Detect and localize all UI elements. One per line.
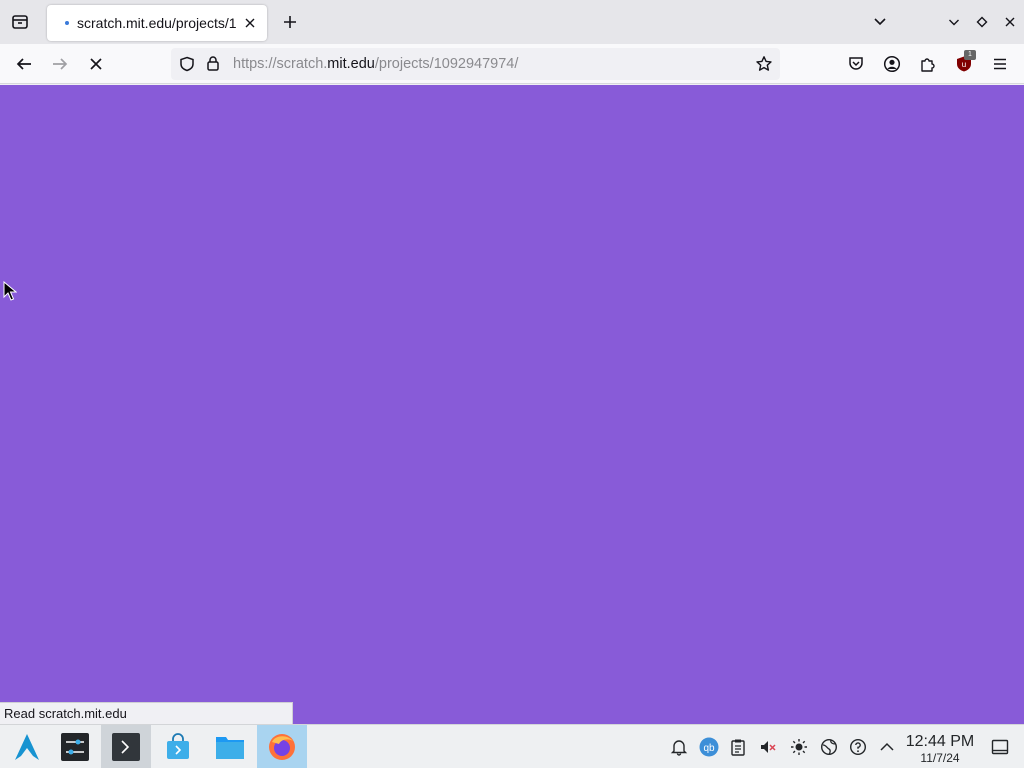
tray-volume[interactable] <box>758 737 778 757</box>
maximize-icon <box>976 16 988 28</box>
pocket-icon <box>849 57 863 70</box>
taskbar: qb 12:44 PM 11/7/24 <box>0 724 1024 768</box>
svg-text:qb: qb <box>703 743 715 754</box>
site-security-icon[interactable] <box>206 55 220 76</box>
tray-expand[interactable] <box>877 737 897 757</box>
tab-title: scratch.mit.edu/projects/1 <box>77 15 237 31</box>
forward-button[interactable] <box>48 52 72 76</box>
store-bag-icon <box>167 733 189 759</box>
qbittorrent-icon: qb <box>699 737 719 757</box>
minimize-button[interactable] <box>945 13 963 31</box>
chevron-up-icon <box>880 742 894 751</box>
puzzle-icon <box>921 58 935 72</box>
tab-loading-indicator <box>65 21 69 25</box>
arrow-left-icon <box>16 58 31 70</box>
bookmark-button[interactable] <box>755 55 773 78</box>
bell-icon <box>670 740 688 756</box>
url-path: /projects/1092947974/ <box>374 56 519 72</box>
account-button[interactable] <box>880 52 904 76</box>
network-globe-icon <box>820 738 838 756</box>
url-text: https://scratch.mit.edu/projects/1092947… <box>233 56 518 72</box>
new-tab-button[interactable] <box>279 11 301 33</box>
pocket-button[interactable] <box>844 52 868 76</box>
settings-sliders-icon <box>61 733 89 761</box>
firefox-icon <box>269 734 295 760</box>
url-bar[interactable]: https://scratch.mit.edu/projects/1092947… <box>171 48 780 80</box>
task-terminal[interactable] <box>101 725 151 768</box>
tray-brightness[interactable] <box>789 737 809 757</box>
url-host: mit.edu <box>327 56 375 72</box>
arch-logo-icon <box>15 734 39 760</box>
application-launcher[interactable] <box>2 725 52 768</box>
arrow-right-icon <box>53 58 68 70</box>
task-discover[interactable] <box>153 725 203 768</box>
app-menu-button[interactable] <box>988 52 1012 76</box>
terminal-icon <box>112 733 140 761</box>
task-firefox[interactable] <box>257 725 307 768</box>
star-icon <box>756 56 772 71</box>
tracking-protection-icon[interactable] <box>179 56 195 77</box>
tray-notifications[interactable] <box>669 737 689 757</box>
close-icon <box>245 18 255 28</box>
maximize-button[interactable] <box>973 13 991 31</box>
stop-loading-button[interactable] <box>84 52 108 76</box>
ublock-origin-button[interactable]: u 1 <box>952 50 976 76</box>
page-content <box>0 85 1024 724</box>
list-all-tabs-button[interactable] <box>871 13 889 31</box>
back-button[interactable] <box>12 52 36 76</box>
status-panel: Read scratch.mit.edu <box>0 702 293 724</box>
account-icon <box>883 55 901 73</box>
hamburger-menu-icon <box>994 58 1006 70</box>
volume-muted-icon <box>761 741 776 753</box>
chevron-down-icon <box>874 18 886 26</box>
digital-clock[interactable]: 12:44 PM 11/7/24 <box>900 733 980 765</box>
plus-icon <box>284 16 296 28</box>
url-prefix: https://scratch. <box>233 56 328 72</box>
mouse-cursor-icon <box>3 281 17 301</box>
help-icon <box>849 738 867 756</box>
minimize-icon <box>949 19 959 26</box>
tray-network[interactable] <box>819 737 839 757</box>
tab-list-button[interactable] <box>8 10 32 34</box>
tray-help[interactable] <box>848 737 868 757</box>
brightness-icon <box>791 739 807 755</box>
navigation-toolbar: https://scratch.mit.edu/projects/1092947… <box>0 44 1024 84</box>
extension-badge: 1 <box>964 50 976 60</box>
clipboard-icon <box>731 739 745 756</box>
svg-text:u: u <box>962 60 966 69</box>
lock-icon <box>207 56 219 71</box>
show-desktop-icon <box>991 739 1009 755</box>
tray-clipboard[interactable] <box>728 737 748 757</box>
folder-icon <box>216 737 244 759</box>
task-system-settings[interactable] <box>50 725 100 768</box>
show-desktop-button[interactable] <box>990 737 1010 757</box>
clock-date: 11/7/24 <box>920 751 960 765</box>
close-window-button[interactable] <box>1001 13 1019 31</box>
task-file-manager[interactable] <box>205 725 255 768</box>
shield-icon <box>180 56 194 72</box>
tab-close-button[interactable] <box>241 14 259 32</box>
clock-time: 12:44 PM <box>905 733 975 750</box>
tab-strip: scratch.mit.edu/projects/1 <box>0 0 1024 44</box>
tab-manager-icon <box>12 15 28 29</box>
stop-icon <box>90 58 102 70</box>
tab-scratch[interactable]: scratch.mit.edu/projects/1 <box>47 5 267 41</box>
close-icon <box>1005 17 1015 27</box>
tray-qbittorrent[interactable]: qb <box>699 737 719 757</box>
extensions-button[interactable] <box>916 52 940 76</box>
